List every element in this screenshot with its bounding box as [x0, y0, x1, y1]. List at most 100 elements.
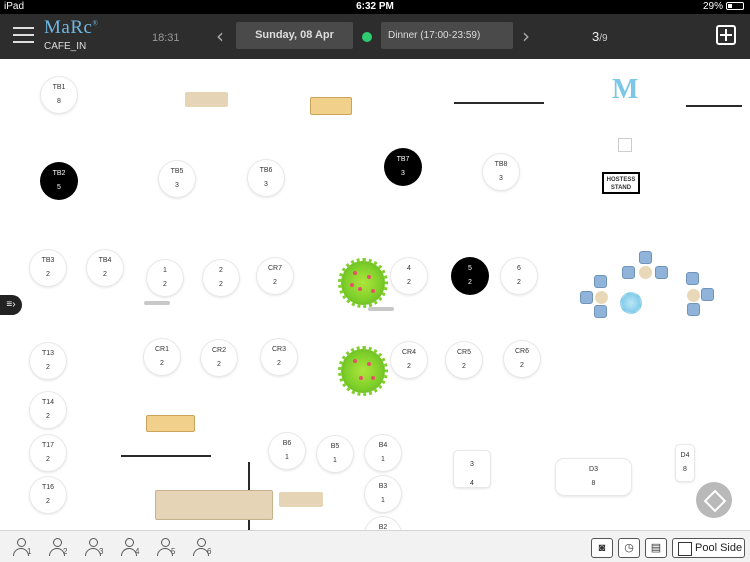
battery-percent: 29%: [702, 1, 723, 12]
wall-segment: [454, 102, 544, 104]
table-TB3[interactable]: TB3 2: [30, 250, 66, 286]
shift-selector[interactable]: Dinner (17:00-23:59): [381, 22, 513, 49]
party-size-4-button[interactable]: 4: [120, 537, 142, 559]
logo-text: MaRc: [44, 17, 93, 38]
table-covers: 3: [499, 175, 503, 182]
hamburger-menu-icon[interactable]: [13, 27, 34, 45]
logo-mark: ®: [92, 19, 99, 28]
party-size-1-button[interactable]: 1: [12, 537, 34, 559]
table-covers: 2: [46, 364, 50, 371]
table-covers: 1: [381, 456, 385, 463]
table-covers: 2: [219, 281, 223, 288]
guest-icon: [197, 538, 206, 547]
table-TB1[interactable]: TB1 8: [41, 77, 77, 113]
party-size-6-button[interactable]: 6: [192, 537, 214, 559]
lounge-chair: [687, 303, 700, 316]
party-size-5-button[interactable]: 5: [156, 537, 178, 559]
table-CR6[interactable]: CR6 2: [504, 341, 540, 377]
table-CR5[interactable]: CR5 2: [446, 342, 482, 378]
table-TB6[interactable]: TB6 3: [248, 160, 284, 196]
wall-segment: [121, 455, 211, 457]
table-name: TB1: [52, 84, 66, 91]
table-B6[interactable]: B6 1: [269, 433, 305, 469]
table-3[interactable]: 34: [454, 451, 490, 487]
chevron-right-icon[interactable]: ›: [522, 24, 530, 48]
printer-icon[interactable]: ▤: [645, 538, 667, 558]
table-name: D3: [589, 466, 598, 473]
guest-icon: [17, 538, 26, 547]
table-2[interactable]: 22: [203, 260, 239, 296]
table-CR1[interactable]: CR1 2: [144, 339, 180, 375]
table-B2[interactable]: B2: [365, 517, 401, 530]
current-time: 18:31: [152, 32, 180, 44]
party-size-2-button[interactable]: 2: [48, 537, 70, 559]
table-6[interactable]: 62: [501, 258, 537, 294]
table-D4[interactable]: D4 8: [676, 445, 694, 481]
table-B5[interactable]: B5 1: [317, 436, 353, 472]
table-1[interactable]: 12: [147, 260, 183, 296]
table-covers: 4: [470, 480, 474, 487]
chevron-left-icon[interactable]: ‹: [216, 24, 224, 48]
party-size-label: 4: [135, 547, 140, 556]
table-CR4[interactable]: CR4 2: [391, 342, 427, 378]
party-size-label: 5: [171, 547, 176, 556]
table-CR3[interactable]: CR3 2: [261, 339, 297, 375]
party-size-label: 6: [207, 547, 212, 556]
table-covers: 3: [401, 170, 405, 177]
table-T17[interactable]: T17 2: [30, 435, 66, 471]
table-TB7[interactable]: TB7 3: [385, 149, 421, 185]
table-4[interactable]: 42: [391, 258, 427, 294]
food-tray-decor: [310, 97, 352, 115]
lounge-chair: [594, 275, 607, 288]
table-covers: 2: [46, 271, 50, 278]
table-B3[interactable]: B3 1: [365, 476, 401, 512]
add-reservation-icon[interactable]: [716, 25, 736, 45]
table-covers: 1: [381, 497, 385, 504]
area-selector-button[interactable]: Pool Side: [672, 538, 745, 558]
table-name: CR2: [211, 347, 226, 354]
table-covers: 1: [333, 457, 337, 464]
list-toggle-icon[interactable]: ≡›: [0, 295, 22, 315]
table-covers: 5: [57, 184, 61, 191]
online-status-dot: [362, 32, 372, 42]
table-covers: 2: [462, 363, 466, 370]
table-D3[interactable]: D3 8: [556, 459, 631, 495]
table-TB4[interactable]: TB4 2: [87, 250, 123, 286]
clock-icon[interactable]: ◷: [618, 538, 640, 558]
lounge-stool: [687, 289, 700, 302]
table-T16[interactable]: T16 2: [30, 477, 66, 513]
table-TB5[interactable]: TB5 3: [159, 161, 195, 197]
table-T13[interactable]: T13 2: [30, 343, 66, 379]
lounge-stool: [595, 291, 608, 304]
battery-icon: [726, 2, 744, 10]
table-name: B4: [378, 442, 388, 449]
date-selector[interactable]: Sunday, 08 Apr: [236, 22, 353, 49]
camera-icon[interactable]: ◙: [591, 538, 613, 558]
table-name: TB7: [396, 156, 410, 163]
table-T14[interactable]: T14 2: [30, 392, 66, 428]
lounge-chair: [594, 305, 607, 318]
guest-icon: [53, 538, 62, 547]
table-TB2[interactable]: TB2 5: [41, 163, 77, 199]
table-covers: 1: [285, 454, 289, 461]
party-size-3-button[interactable]: 3: [84, 537, 106, 559]
pan-navigation-icon[interactable]: [696, 482, 732, 518]
table-name: TB8: [494, 161, 508, 168]
table-covers: 2: [407, 279, 411, 286]
table-name: CR5: [456, 349, 471, 356]
battery-status: 29%: [703, 1, 744, 12]
app-logo: MaRc®: [44, 17, 98, 39]
wall-segment: [686, 105, 742, 107]
table-CR7[interactable]: CR7 2: [257, 258, 293, 294]
lounge-chair: [639, 251, 652, 264]
table-CR2[interactable]: CR2 2: [201, 340, 237, 376]
table-TB8[interactable]: TB8 3: [483, 154, 519, 190]
bottom-toolbar: 1 2 3 4 5 6 ◙ ◷ ▤ Pool Side: [0, 530, 750, 562]
table-covers: 2: [46, 413, 50, 420]
floor-marker: [618, 138, 632, 152]
table-5[interactable]: 52: [452, 258, 488, 294]
floor-page-indicator[interactable]: 3/9: [592, 29, 608, 44]
table-name: TB2: [52, 170, 66, 177]
table-B4[interactable]: B4 1: [365, 435, 401, 471]
table-name: CR3: [271, 346, 286, 353]
